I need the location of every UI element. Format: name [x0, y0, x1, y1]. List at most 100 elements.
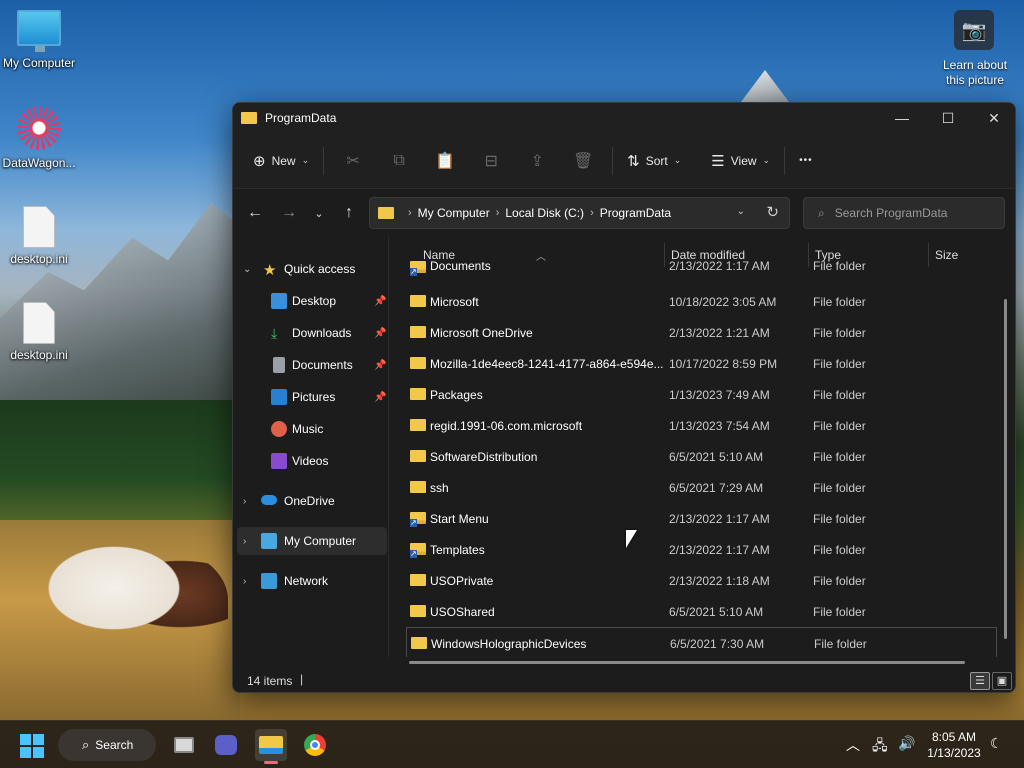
large-icons-view-icon[interactable]: ▣	[992, 672, 1012, 690]
nav-my-computer[interactable]: › My Computer	[237, 527, 387, 555]
camera-icon[interactable]: 📷	[954, 10, 994, 50]
show-hidden-icons-chevron[interactable]: ︿	[846, 735, 860, 755]
desktop-icon-desktop-ini-1[interactable]: desktop.ini	[0, 206, 78, 266]
table-row[interactable]: ssh 6/5/2021 7:29 AM File folder	[406, 472, 997, 503]
title-bar[interactable]: ProgramData — ☐ ✕	[233, 103, 1015, 133]
table-row[interactable]: USOShared 6/5/2021 5:10 AM File folder	[406, 596, 997, 627]
more-options-icon[interactable]: •••	[791, 144, 821, 178]
up-arrow-icon[interactable]: ↑	[335, 199, 363, 227]
file-date-modified: 2/13/2022 1:17 AM	[669, 543, 770, 557]
table-row[interactable]: regid.1991-06.com.microsoft 1/13/2023 7:5…	[406, 410, 997, 441]
wallpaper-forest	[0, 400, 240, 530]
music-icon	[271, 421, 287, 437]
nav-onedrive[interactable]: › OneDrive	[233, 487, 388, 515]
file-type: File folder	[813, 419, 866, 433]
minimize-button[interactable]: —	[879, 103, 925, 133]
nav-item-desktop[interactable]: Desktop 📌	[233, 287, 388, 315]
desktop-icon-datawagon[interactable]: DataWagon...	[0, 106, 78, 170]
nav-item-downloads[interactable]: ⤓ Downloads 📌	[233, 319, 388, 347]
sort-button[interactable]: ⇅ Sort ⌄	[619, 144, 689, 178]
breadcrumb-programdata[interactable]: ProgramData	[600, 206, 671, 220]
learn-about-picture[interactable]: Learn about this picture	[934, 58, 1016, 88]
paste-icon[interactable]: 📋	[422, 144, 468, 178]
network-status-icon[interactable]: 🖧	[872, 735, 888, 759]
windows-start-icon[interactable]	[20, 734, 44, 758]
search-icon: ⌕	[82, 737, 90, 752]
table-row[interactable]: WindowsHolographicDevices 6/5/2021 7:30 A…	[406, 627, 997, 657]
desktop-icon-desktop-ini-2[interactable]: desktop.ini	[0, 302, 78, 362]
nav-item-documents[interactable]: Documents 📌	[233, 351, 388, 379]
file-list: ︿ Name Date modified Type Size Documents…	[390, 237, 1015, 657]
vertical-scrollbar[interactable]	[1004, 299, 1007, 639]
table-row[interactable]: SoftwareDistribution 6/5/2021 5:10 AM File…	[406, 441, 997, 472]
file-date-modified: 1/13/2023 7:49 AM	[669, 388, 770, 402]
share-icon[interactable]: ⇪	[514, 144, 560, 178]
taskbar-clock[interactable]: 8:05 AM 1/13/2023	[924, 729, 984, 761]
horizontal-scrollbar[interactable]	[409, 661, 965, 664]
address-bar[interactable]: › My Computer › Local Disk (C:) › Progra…	[369, 197, 790, 229]
nav-network[interactable]: › Network	[233, 567, 388, 595]
nav-quick-access[interactable]: ⌄ ★ Quick access	[233, 255, 388, 283]
file-type: File folder	[813, 605, 866, 619]
recent-locations-chevron-icon[interactable]: ⌄	[305, 199, 333, 227]
file-date-modified: 6/5/2021 7:30 AM	[670, 637, 765, 651]
taskbar-search-button[interactable]: ⌕ Search	[58, 729, 156, 761]
file-date-modified: 2/13/2022 1:18 AM	[669, 574, 770, 588]
maximize-button[interactable]: ☐	[925, 103, 971, 133]
cut-icon[interactable]: ✂	[330, 144, 376, 178]
table-row[interactable]: Packages 1/13/2023 7:49 AM File folder	[406, 379, 997, 410]
chrome-icon[interactable]	[299, 729, 331, 761]
forward-arrow-icon[interactable]: →	[275, 199, 303, 227]
table-row[interactable]: Start Menu 2/13/2022 1:17 AM File folder	[406, 503, 997, 534]
breadcrumb-chevron-icon: ›	[495, 207, 500, 219]
address-dropdown-icon[interactable]: ⌄	[737, 206, 745, 217]
table-row[interactable]: USOPrivate 2/13/2022 1:18 AM File folder	[406, 565, 997, 596]
search-box[interactable]: ⌕ Search ProgramData	[803, 197, 1005, 229]
column-size[interactable]: Size	[935, 248, 958, 262]
close-button[interactable]: ✕	[971, 103, 1015, 133]
refresh-icon[interactable]: ↻	[766, 203, 779, 221]
file-name: regid.1991-06.com.microsoft	[430, 419, 583, 433]
file-date-modified: 2/13/2022 1:17 AM	[669, 259, 770, 273]
back-arrow-icon[interactable]: ←	[241, 199, 269, 227]
folder-icon	[410, 295, 426, 307]
datawagon-icon	[17, 106, 61, 150]
nav-item-pictures[interactable]: Pictures 📌	[233, 383, 388, 411]
file-name: SoftwareDistribution	[430, 450, 538, 464]
copy-icon[interactable]: ⧉	[376, 144, 422, 178]
file-type: File folder	[813, 259, 866, 273]
chat-icon[interactable]	[210, 729, 242, 761]
table-row[interactable]: Microsoft OneDrive 2/13/2022 1:21 AM File …	[406, 317, 997, 348]
view-label: View	[730, 153, 757, 168]
table-row[interactable]: Documents 2/13/2022 1:17 AM File folder	[406, 259, 997, 281]
chevron-expanded-icon: ⌄	[243, 263, 252, 275]
delete-icon[interactable]: 🗑	[560, 144, 606, 178]
breadcrumb-local-disk[interactable]: Local Disk (C:)	[505, 206, 584, 220]
file-type: File folder	[813, 512, 866, 526]
rename-icon[interactable]: ⊟	[468, 144, 514, 178]
file-explorer-taskbar-icon[interactable]	[255, 729, 287, 761]
details-view-icon[interactable]: ☰	[970, 672, 990, 690]
folder-shortcut-icon	[410, 512, 426, 527]
file-type: File folder	[813, 481, 866, 495]
file-name: ssh	[430, 481, 449, 495]
task-view-icon[interactable]	[168, 729, 200, 761]
nav-item-videos[interactable]: Videos	[233, 447, 388, 475]
new-button[interactable]: ⊕ New ⌄	[245, 144, 317, 178]
table-row[interactable]: Microsoft 10/18/2022 3:05 AM File folder	[406, 286, 997, 317]
focus-assist-moon-icon[interactable]: ☾	[990, 735, 1003, 752]
folder-shortcut-icon	[410, 543, 426, 558]
breadcrumb-chevron-icon: ›	[590, 207, 594, 219]
table-row[interactable]: Mozilla-1de4eec8-1241-4177-a864-e594e...…	[406, 348, 997, 379]
search-icon: ⌕	[818, 205, 825, 220]
network-icon	[261, 573, 277, 589]
file-name: Microsoft OneDrive	[430, 326, 533, 340]
nav-item-music[interactable]: Music	[233, 415, 388, 443]
volume-icon[interactable]: 🔊	[898, 735, 915, 752]
desktop-icon-label: My Computer	[2, 56, 76, 70]
view-button[interactable]: ☰ View ⌄	[703, 144, 778, 178]
table-row[interactable]: Templates 2/13/2022 1:17 AM File folder	[406, 534, 997, 565]
breadcrumb-my-computer[interactable]: My Computer	[418, 206, 490, 220]
file-name: Microsoft	[430, 295, 479, 309]
desktop-icon-my-computer[interactable]: My Computer	[0, 10, 78, 70]
